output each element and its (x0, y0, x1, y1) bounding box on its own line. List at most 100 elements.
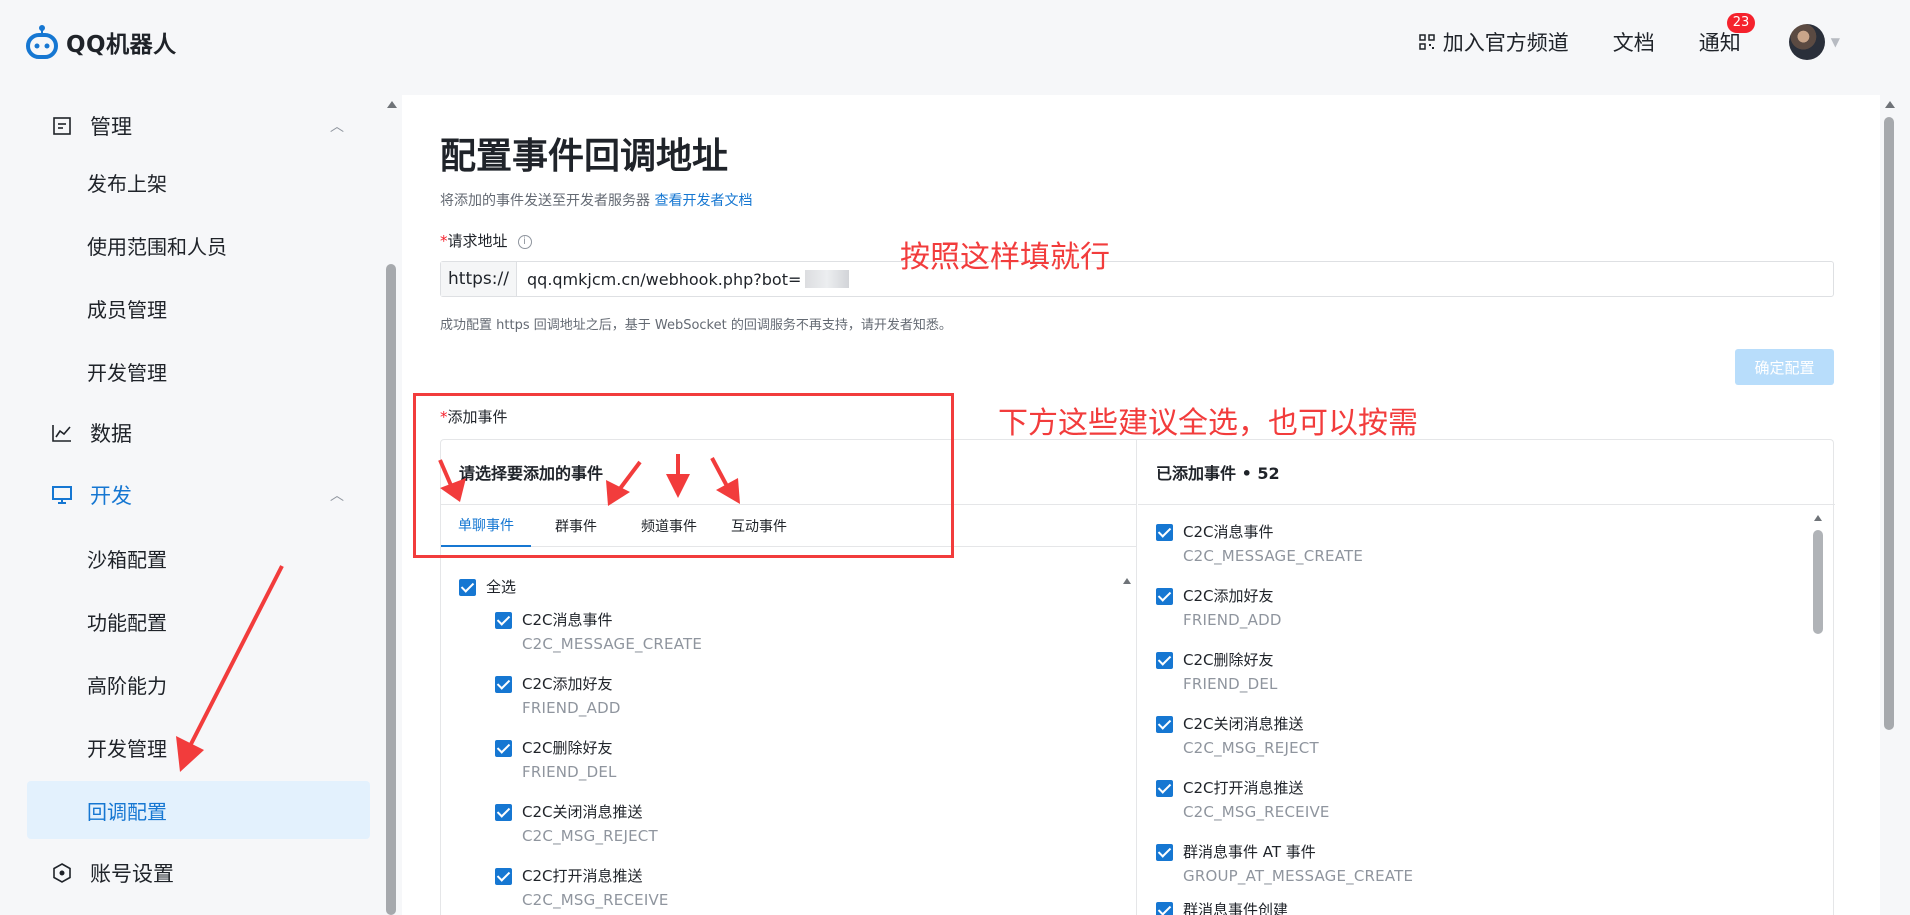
annotation-fill-hint: 按照这样填就行 (900, 240, 1110, 275)
notify-link[interactable]: 通知 23 (1698, 13, 1756, 57)
list-item[interactable]: C2C添加好友 FRIEND_ADD (1156, 586, 1282, 630)
document-icon (49, 116, 75, 136)
added-title: 已添加事件 • 52 (1156, 464, 1280, 483)
sidebar-item-advanced[interactable]: 高阶能力 (27, 655, 370, 713)
event-code: C2C_MSG_REJECT (1183, 739, 1319, 757)
event-name: C2C关闭消息推送 (1183, 715, 1304, 733)
event-name: C2C消息事件 (1183, 523, 1274, 541)
caret-down-icon: ▼ (1830, 35, 1840, 49)
sidebar-item-publish[interactable]: 发布上架 (27, 153, 370, 211)
checkbox-checked-icon (1156, 524, 1173, 541)
sidebar-item-dev[interactable]: 开发 ︿ (27, 466, 370, 524)
event-name: C2C消息事件 (522, 611, 613, 629)
event-name: C2C关闭消息推送 (522, 803, 643, 821)
header-nav: 加入官方频道 文档 通知 23 ▼ (1419, 13, 1840, 60)
avatar (1788, 24, 1825, 60)
info-icon[interactable]: i (517, 234, 532, 249)
annotation-select-hint: 下方这些建议全选，也可以按需 (998, 406, 1418, 441)
checkbox-checked-icon (1156, 652, 1173, 669)
top-header: QQ机器人 加入官方频道 文档 通知 23 ▼ (0, 0, 1910, 95)
url-label-text: 请求地址 (447, 232, 508, 250)
checkbox-checked-icon (495, 740, 512, 757)
url-value: qq.qmkjcm.cn/webhook.php?bot= (527, 269, 802, 289)
event-code: FRIEND_DEL (522, 763, 617, 781)
checkbox-checked-icon (1156, 844, 1173, 861)
event-name: C2C删除好友 (522, 739, 613, 757)
event-code: C2C_MSG_REJECT (522, 827, 658, 845)
checkbox-checked-icon (1156, 780, 1173, 797)
docs-link[interactable]: 文档 (1613, 27, 1655, 57)
sidebar-item-account[interactable]: 账号设置 (27, 844, 370, 902)
logo[interactable]: QQ机器人 (26, 24, 177, 60)
select-all-checkbox[interactable]: 全选 (459, 577, 516, 597)
join-channel-link[interactable]: 加入官方频道 (1419, 27, 1569, 57)
sidebar-item-sandbox[interactable]: 沙箱配置 (27, 529, 370, 587)
event-code: GROUP_AT_MESSAGE_CREATE (1183, 867, 1414, 885)
confirm-config-button[interactable]: 确定配置 (1735, 349, 1834, 385)
sidebar-item-dev-manage[interactable]: 开发管理 (27, 342, 370, 400)
event-code: C2C_MESSAGE_CREATE (522, 635, 703, 653)
checkbox-checked-icon (459, 579, 476, 596)
url-prefix: https:// (441, 262, 517, 296)
required-mark: * (440, 232, 448, 250)
checkbox-checked-icon (1156, 716, 1173, 733)
sidebar-item-manage[interactable]: 管理 ︿ (27, 97, 370, 155)
chevron-up-icon: ︿ (330, 119, 344, 135)
page-title: 配置事件回调地址 (440, 136, 729, 177)
added-scrollbar[interactable] (1813, 530, 1823, 634)
notify-label: 通知 (1698, 31, 1741, 55)
page-desc: 将添加的事件发送至开发者服务器 查看开发者文档 (440, 190, 752, 210)
checkbox-checked-icon (495, 612, 512, 629)
checkbox-checked-icon (1156, 588, 1173, 605)
added-events: 已添加事件 • 52 C2C消息事件 C2C_MESSAGE_CREATE C2C… (1138, 440, 1835, 915)
list-item[interactable]: C2C消息事件 C2C_MESSAGE_CREATE (1156, 522, 1363, 566)
event-code: FRIEND_ADD (1183, 611, 1282, 629)
list-item[interactable]: C2C打开消息推送 C2C_MSG_RECEIVE (1156, 778, 1330, 822)
event-code: C2C_MSG_RECEIVE (522, 891, 669, 909)
event-name: 群消息事件创建 (1183, 901, 1289, 915)
sidebar-item-label: 数据 (90, 422, 132, 446)
checkbox-checked-icon (495, 868, 512, 885)
event-name: C2C添加好友 (522, 675, 613, 693)
dev-docs-link[interactable]: 查看开发者文档 (654, 193, 752, 209)
event-name: 群消息事件 AT 事件 (1183, 843, 1316, 861)
sidebar-item-label: 管理 (90, 115, 132, 139)
url-input[interactable]: qq.qmkjcm.cn/webhook.php?bot= (517, 262, 1833, 296)
url-label: *请求地址 i (440, 230, 532, 251)
sidebar-scrollbar[interactable] (386, 264, 396, 915)
annotation-box (413, 393, 954, 558)
https-note: 成功配置 https 回调地址之后，基于 WebSocket 的回调服务不再支持… (440, 318, 952, 333)
list-item[interactable]: C2C打开消息推送 C2C_MSG_RECEIVE (495, 866, 669, 910)
list-scroll-up[interactable] (1123, 578, 1131, 584)
notify-badge: 23 (1726, 13, 1756, 33)
event-code: FRIEND_ADD (522, 699, 621, 717)
list-item[interactable]: C2C关闭消息推送 C2C_MSG_REJECT (495, 802, 658, 846)
sidebar-item-callback[interactable]: 回调配置 (27, 781, 370, 839)
list-item[interactable]: C2C添加好友 FRIEND_ADD (495, 674, 621, 718)
list-item[interactable]: 群消息事件 AT 事件 GROUP_AT_MESSAGE_CREATE (1156, 842, 1413, 886)
sidebar-item-members[interactable]: 成员管理 (27, 279, 370, 337)
event-code: C2C_MSG_RECEIVE (1183, 803, 1330, 821)
list-item[interactable]: C2C删除好友 FRIEND_DEL (1156, 650, 1278, 694)
line-chart-icon (49, 423, 75, 443)
list-item[interactable]: C2C删除好友 FRIEND_DEL (495, 738, 617, 782)
hexagon-icon (49, 862, 75, 884)
sidebar-item-data[interactable]: 数据 (27, 404, 370, 462)
list-item[interactable]: C2C关闭消息推送 C2C_MSG_REJECT (1156, 714, 1319, 758)
join-channel-label: 加入官方频道 (1442, 31, 1569, 55)
user-menu[interactable]: ▼ (1788, 24, 1840, 60)
page-scroll-up[interactable] (1885, 101, 1895, 108)
sidebar-item-label: 开发 (90, 484, 132, 508)
added-scroll-up[interactable] (1814, 515, 1822, 521)
checkbox-checked-icon (495, 676, 512, 693)
sidebar: 管理 ︿ 发布上架 使用范围和人员 成员管理 开发管理 数据 开发 ︿ 沙箱配置… (0, 95, 390, 915)
list-item[interactable]: 群消息事件创建 (1156, 900, 1288, 915)
sidebar-item-scope[interactable]: 使用范围和人员 (27, 216, 370, 274)
page-scrollbar[interactable] (1884, 117, 1894, 730)
list-item[interactable]: C2C消息事件 C2C_MESSAGE_CREATE (495, 610, 702, 654)
checkbox-checked-icon (495, 804, 512, 821)
sidebar-scroll-up[interactable] (387, 101, 397, 108)
monitor-icon (49, 485, 75, 505)
sidebar-item-features[interactable]: 功能配置 (27, 592, 370, 650)
sidebar-item-dev-manage-2[interactable]: 开发管理 (27, 718, 370, 776)
